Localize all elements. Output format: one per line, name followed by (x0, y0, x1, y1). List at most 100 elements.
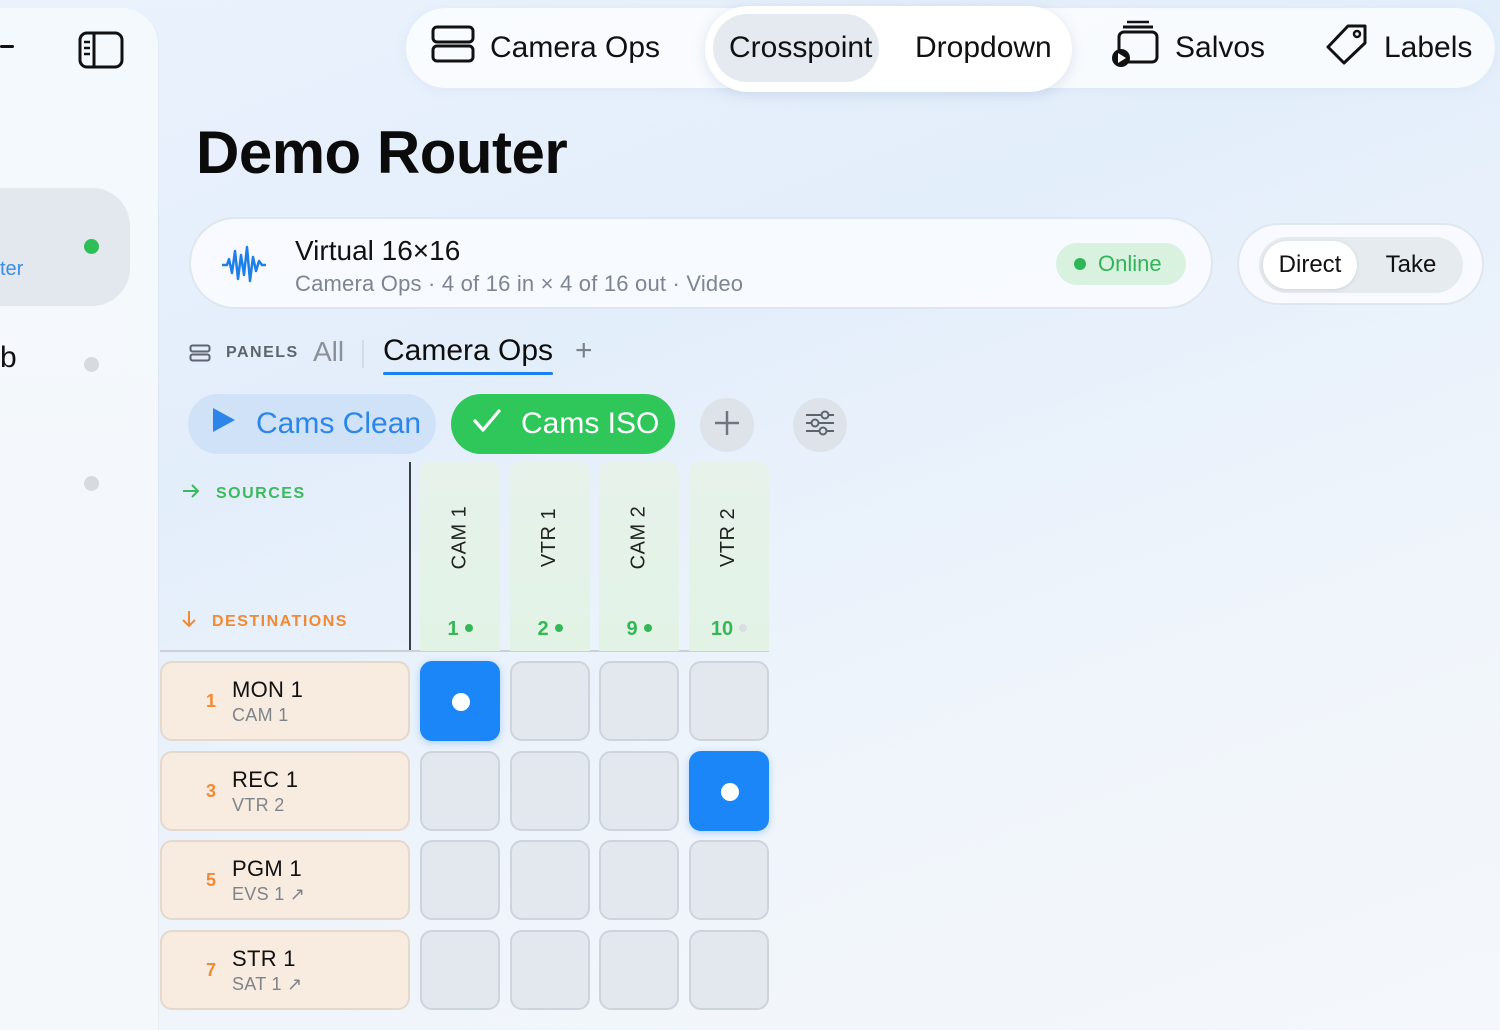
sources-label: SOURCES (216, 484, 306, 502)
sources-header: SOURCES (182, 484, 306, 503)
destination-name: PGM 1 (232, 856, 302, 881)
crosspoint-cell[interactable] (689, 930, 769, 1010)
page-title: Demo Router (196, 119, 568, 186)
crosspoint-cell-active[interactable] (689, 751, 769, 831)
destination-current-source: SAT 1 ↗ (232, 974, 303, 994)
crosspoint-cell[interactable] (599, 930, 679, 1010)
destination-current-source: VTR 2 (232, 795, 285, 815)
checkmark-icon (473, 407, 521, 441)
signal-dot (643, 623, 652, 632)
destinations-header: DESTINATIONS (182, 610, 348, 633)
nav-dropdown[interactable]: Dropdown (915, 6, 1052, 90)
source-number-wrap: 1 (420, 618, 500, 641)
sidebar-toggle-icon[interactable] (78, 30, 124, 70)
destination-name: REC 1 (232, 767, 299, 792)
nav-salvos[interactable]: Salvos (1109, 8, 1265, 88)
top-nav: Camera Ops Crosspoint Dropdown Salvos La… (406, 6, 1495, 92)
source-name-wrap: VTR 2 (689, 487, 769, 587)
take-mode-segmented: Direct Take (1259, 237, 1463, 293)
source-name: VTR 2 (717, 507, 740, 567)
view-switcher: Crosspoint Dropdown (705, 6, 1072, 92)
add-panel-button[interactable]: + (575, 334, 593, 368)
crosspoint-cell-active[interactable] (420, 661, 500, 741)
source-name: CAM 1 (448, 505, 471, 569)
crosspoint-cell[interactable] (420, 751, 500, 831)
source-number: 10 (710, 618, 734, 640)
take-mode-card: Direct Take (1237, 223, 1484, 305)
signal-dot (554, 623, 563, 632)
destination-row-header[interactable]: 1 MON 1 CAM 1 (160, 661, 410, 741)
crosspoint-cell[interactable] (420, 840, 500, 920)
mode-take-button[interactable]: Take (1363, 241, 1459, 289)
salvo-chip-label: Cams ISO (521, 407, 660, 440)
arrow-right-icon (182, 484, 200, 503)
destinations-label: DESTINATIONS (212, 612, 348, 630)
nav-camera-ops[interactable]: Camera Ops (430, 8, 660, 88)
source-name-wrap: CAM 2 (599, 487, 679, 587)
panels-icon (189, 344, 211, 367)
source-name: VTR 1 (538, 507, 561, 567)
tab-all[interactable]: All (313, 336, 344, 368)
signal-dot (739, 623, 748, 632)
tag-icon (1324, 21, 1384, 75)
source-number-wrap: 2 (510, 618, 590, 641)
crosspoint-cell[interactable] (599, 751, 679, 831)
crosspoint-cell[interactable] (510, 840, 590, 920)
crosspoint-cell[interactable] (510, 751, 590, 831)
waveform-icon (221, 243, 267, 292)
add-salvo-button[interactable] (700, 398, 754, 452)
tab-camera-ops[interactable]: Camera Ops (383, 334, 553, 368)
nav-label: Labels (1384, 31, 1473, 64)
destination-number: 1 (206, 690, 217, 711)
sidebar-item-active[interactable]: ter (0, 188, 130, 306)
status-dot-offline (84, 476, 99, 491)
destination-number: 7 (206, 959, 217, 980)
destination-number: 5 (206, 869, 217, 890)
crosspoint-cell[interactable] (510, 661, 590, 741)
source-name-wrap: CAM 1 (420, 487, 500, 587)
crosspoint-cell[interactable] (420, 930, 500, 1010)
source-name: CAM 2 (627, 505, 650, 569)
filter-settings-button[interactable] (793, 398, 847, 452)
destination-name: STR 1 (232, 946, 296, 971)
source-number: 2 (537, 618, 549, 640)
router-subtitle: Camera Ops · 4 of 16 in × 4 of 16 out · … (295, 271, 744, 296)
salvo-chip-cams-clean[interactable]: Cams Clean (188, 394, 436, 454)
destination-name: MON 1 (232, 677, 304, 702)
source-column-header[interactable]: CAM 1 1 (420, 462, 500, 651)
source-number: 9 (626, 618, 638, 640)
panels-label: PANELS (226, 344, 299, 361)
nav-crosspoint-label[interactable]: Crosspoint (729, 6, 872, 90)
crosspoint-cell[interactable] (599, 840, 679, 920)
source-number: 1 (447, 618, 459, 640)
destination-current-source: CAM 1 (232, 705, 289, 725)
signal-dot (464, 623, 473, 632)
router-card[interactable]: Virtual 16×16 Camera Ops · 4 of 16 in × … (189, 217, 1213, 309)
crosspoint-cell[interactable] (510, 930, 590, 1010)
active-tab-indicator (383, 372, 553, 375)
source-column-header[interactable]: VTR 1 2 (510, 462, 590, 651)
crosspoint-cell[interactable] (599, 661, 679, 741)
sidebar-item-label[interactable]: b (0, 341, 17, 375)
sliders-icon (805, 410, 835, 441)
destination-number: 3 (206, 780, 217, 801)
plus-icon (714, 410, 740, 441)
status-dot-offline (84, 357, 99, 372)
source-number-wrap: 9 (599, 618, 679, 641)
tab-divider (362, 340, 364, 368)
nav-label: Camera Ops (490, 31, 661, 64)
router-name: Virtual 16×16 (295, 235, 461, 266)
salvo-chip-cams-iso[interactable]: Cams ISO (451, 394, 675, 454)
mode-direct-button[interactable]: Direct (1263, 241, 1357, 289)
source-column-header[interactable]: CAM 2 9 (599, 462, 679, 651)
destination-row-header[interactable]: 5 PGM 1 EVS 1 ↗ (160, 840, 410, 920)
crosspoint-cell[interactable] (689, 661, 769, 741)
play-icon (212, 407, 256, 441)
nav-labels[interactable]: Labels (1324, 8, 1472, 88)
matrix-divider-vertical (409, 462, 411, 651)
destination-row-header[interactable]: 7 STR 1 SAT 1 ↗ (160, 930, 410, 1010)
destination-row-header[interactable]: 3 REC 1 VTR 2 (160, 751, 410, 831)
collapse-indicator (0, 45, 14, 48)
crosspoint-cell[interactable] (689, 840, 769, 920)
source-column-header[interactable]: VTR 2 10 (689, 462, 769, 651)
